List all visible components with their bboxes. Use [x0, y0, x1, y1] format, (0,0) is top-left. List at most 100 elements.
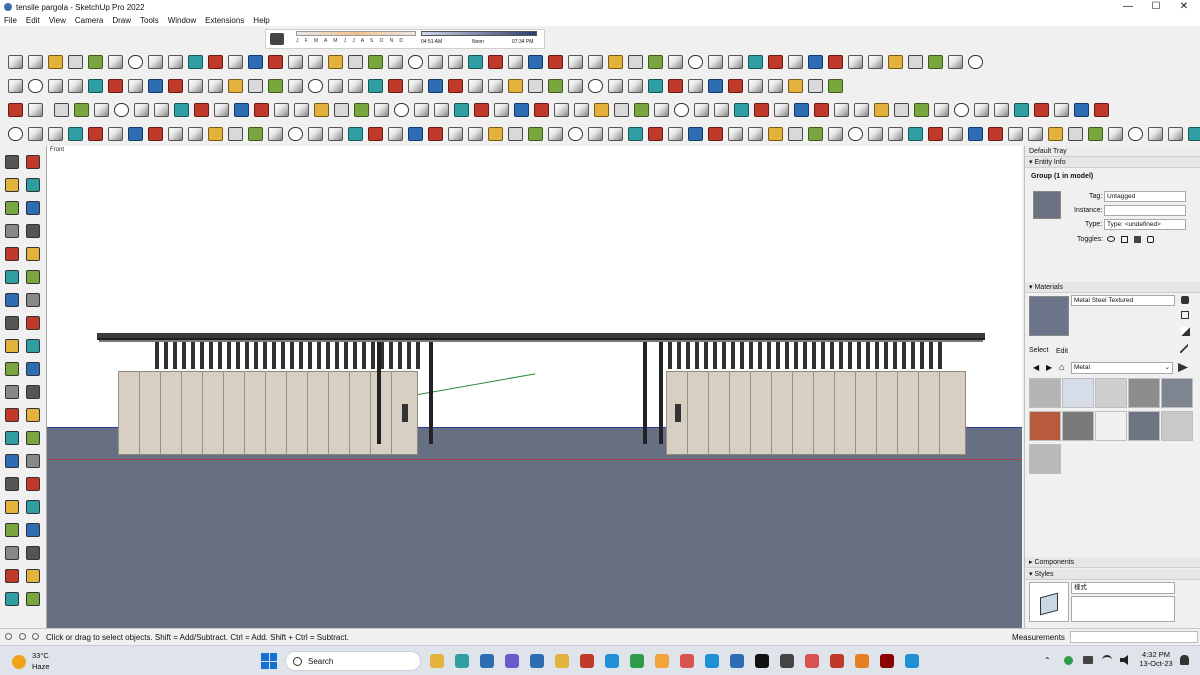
materials-header[interactable]: ▾ Materials: [1025, 282, 1200, 293]
styles-header[interactable]: ▾ Styles: [1025, 569, 1200, 580]
toolbar-tool-icon[interactable]: [148, 55, 163, 69]
toolbar-tool-icon[interactable]: [28, 79, 43, 93]
toolbar-tool-icon[interactable]: [8, 103, 23, 117]
toolbar-tool-icon[interactable]: [748, 79, 763, 93]
tool-icon[interactable]: [5, 178, 19, 192]
toolbar-tool-icon[interactable]: [268, 127, 283, 141]
toolbar-tool-icon[interactable]: [1088, 127, 1103, 141]
tool-icon[interactable]: [5, 592, 19, 606]
tool-icon[interactable]: [5, 316, 19, 330]
tool-icon[interactable]: [26, 316, 40, 330]
tool-icon[interactable]: [26, 339, 40, 353]
toolbar-tool-icon[interactable]: [308, 79, 323, 93]
tool-icon[interactable]: [26, 431, 40, 445]
taskbar-app-icon[interactable]: [780, 654, 794, 668]
toolbar-tool-icon[interactable]: [68, 55, 83, 69]
toolbar-tool-icon[interactable]: [68, 79, 83, 93]
taskbar-app-icon[interactable]: [580, 654, 594, 668]
toolbar-tool-icon[interactable]: [148, 79, 163, 93]
toolbar-tool-icon[interactable]: [728, 127, 743, 141]
toolbar-tool-icon[interactable]: [54, 103, 69, 117]
toolbar-tool-icon[interactable]: [28, 127, 43, 141]
toolbar-tool-icon[interactable]: [568, 79, 583, 93]
material-swatch[interactable]: [1029, 411, 1061, 441]
toolbar-tool-icon[interactable]: [768, 127, 783, 141]
tool-icon[interactable]: [5, 431, 19, 445]
materials-tab-select[interactable]: Select: [1029, 347, 1048, 354]
toolbar-tool-icon[interactable]: [228, 79, 243, 93]
battery-icon[interactable]: [1083, 656, 1093, 664]
toolbar-tool-icon[interactable]: [688, 127, 703, 141]
toolbar-tool-icon[interactable]: [508, 127, 523, 141]
paint-bucket-icon[interactable]: [1181, 311, 1189, 319]
measurements-box[interactable]: [1070, 631, 1198, 643]
receive-shadow-icon[interactable]: [1134, 236, 1141, 243]
minimize-button[interactable]: —: [1114, 0, 1142, 14]
tool-icon[interactable]: [26, 201, 40, 215]
toolbar-tool-icon[interactable]: [8, 55, 23, 69]
credits-icon[interactable]: [19, 633, 26, 640]
toolbar-tool-icon[interactable]: [308, 55, 323, 69]
toolbar-tool-icon[interactable]: [448, 55, 463, 69]
toolbar-tool-icon[interactable]: [8, 79, 23, 93]
tool-icon[interactable]: [26, 270, 40, 284]
toolbar-tool-icon[interactable]: [1094, 103, 1109, 117]
toolbar-tool-icon[interactable]: [48, 79, 63, 93]
tool-icon[interactable]: [5, 293, 19, 307]
sample-paint-icon[interactable]: [1181, 327, 1190, 336]
toolbar-tool-icon[interactable]: [908, 55, 923, 69]
toolbar-tool-icon[interactable]: [568, 55, 583, 69]
home-icon[interactable]: ⌂: [1059, 362, 1064, 372]
toolbar-tool-icon[interactable]: [708, 127, 723, 141]
toolbar-tool-icon[interactable]: [728, 55, 743, 69]
toolbar-tool-icon[interactable]: [1068, 127, 1083, 141]
material-swatch[interactable]: [1095, 411, 1127, 441]
style-description-field[interactable]: [1071, 596, 1175, 622]
toolbar-tool-icon[interactable]: [68, 127, 83, 141]
toolbar-tool-icon[interactable]: [168, 79, 183, 93]
toolbar-tool-icon[interactable]: [588, 55, 603, 69]
toolbar-tool-icon[interactable]: [788, 79, 803, 93]
toolbar-tool-icon[interactable]: [388, 79, 403, 93]
tool-icon[interactable]: [5, 362, 19, 376]
toolbar-tool-icon[interactable]: [548, 79, 563, 93]
details-arrow-icon[interactable]: [1178, 363, 1188, 372]
cast-shadow-icon[interactable]: [1147, 236, 1154, 243]
toolbar-tool-icon[interactable]: [474, 103, 489, 117]
toolbar-tool-icon[interactable]: [628, 127, 643, 141]
toolbar-tool-icon[interactable]: [954, 103, 969, 117]
toolbar-tool-icon[interactable]: [214, 103, 229, 117]
toolbar-tool-icon[interactable]: [488, 79, 503, 93]
taskbar-app-icon[interactable]: [680, 654, 694, 668]
tool-icon[interactable]: [26, 477, 40, 491]
toolbar-tool-icon[interactable]: [754, 103, 769, 117]
menu-file[interactable]: File: [4, 16, 17, 25]
toolbar-tool-icon[interactable]: [708, 79, 723, 93]
toolbar-tool-icon[interactable]: [728, 79, 743, 93]
menu-window[interactable]: Window: [168, 16, 196, 25]
toolbar-tool-icon[interactable]: [1128, 127, 1143, 141]
toolbar-tool-icon[interactable]: [1074, 103, 1089, 117]
toolbar-tool-icon[interactable]: [328, 127, 343, 141]
toolbar-tool-icon[interactable]: [348, 79, 363, 93]
tool-icon[interactable]: [5, 270, 19, 284]
toolbar-tool-icon[interactable]: [588, 127, 603, 141]
toolbar-tool-icon[interactable]: [308, 127, 323, 141]
toolbar-tool-icon[interactable]: [828, 79, 843, 93]
toolbar-tool-icon[interactable]: [108, 127, 123, 141]
toolbar-tool-icon[interactable]: [968, 127, 983, 141]
material-name-field[interactable]: Metal Steel Textured: [1071, 295, 1175, 306]
tag-select[interactable]: Untagged: [1104, 191, 1186, 202]
time-slider[interactable]: [421, 31, 537, 36]
toolbar-tool-icon[interactable]: [974, 103, 989, 117]
tool-icon[interactable]: [5, 408, 19, 422]
toolbar-tool-icon[interactable]: [28, 55, 43, 69]
taskbar-app-icon[interactable]: [655, 654, 669, 668]
chevron-up-icon[interactable]: ⌃: [1044, 656, 1051, 665]
toolbar-tool-icon[interactable]: [48, 55, 63, 69]
toolbar-tool-icon[interactable]: [268, 79, 283, 93]
tool-icon[interactable]: [26, 592, 40, 606]
back-arrow-icon[interactable]: ◀: [1033, 363, 1039, 372]
toolbar-tool-icon[interactable]: [794, 103, 809, 117]
toolbar-tool-icon[interactable]: [548, 55, 563, 69]
